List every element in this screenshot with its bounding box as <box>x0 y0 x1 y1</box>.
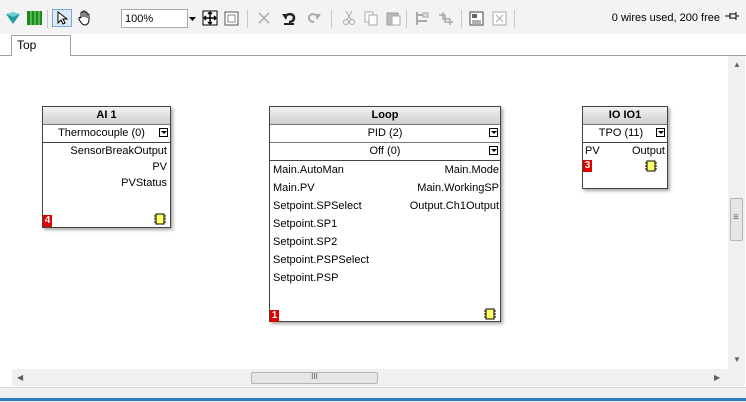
grid-icon[interactable] <box>25 9 43 27</box>
input-pin-setpoint-spselect[interactable]: Setpoint.SPSelect <box>270 197 390 215</box>
output-pin-sensorbreakoutput[interactable]: SensorBreakOutput <box>43 143 170 159</box>
scroll-left-icon[interactable]: ◀ <box>17 373 23 382</box>
toolbar-separator <box>514 10 515 28</box>
horizontal-scroll-thumb[interactable]: III <box>251 372 378 384</box>
copy-icon[interactable] <box>362 9 380 27</box>
tab-label: Top <box>17 38 37 52</box>
horizontal-scrollbar[interactable]: ◀ III ▶ <box>12 369 728 386</box>
output-pin-output-ch1output[interactable]: Output.Ch1Output <box>380 197 500 215</box>
block-loop[interactable]: Loop PID (2) Off (0) Main.AutoMan Main.P… <box>269 106 501 322</box>
block-body: PV Output 3 <box>583 143 667 188</box>
input-pins: Main.AutoMan Main.PV Setpoint.SPSelect S… <box>270 161 390 287</box>
thumb-grip: III <box>311 372 318 381</box>
output-pin-main-workingsp[interactable]: Main.WorkingSP <box>380 179 500 197</box>
output-pins: Main.Mode Main.WorkingSP Output.Ch1Outpu… <box>380 161 500 215</box>
redo-icon[interactable] <box>305 9 323 27</box>
input-pin-setpoint-psp[interactable]: Setpoint.PSP <box>270 269 390 287</box>
toolbar: 100% 0 wires used, 200 free <box>0 0 746 34</box>
scrollbar-corner <box>728 369 745 386</box>
output-pin-pvstatus[interactable]: PVStatus <box>43 175 170 191</box>
execution-order-badge: 1 <box>270 310 279 322</box>
wires-status: 0 wires used, 200 free <box>612 11 740 24</box>
cut-icon[interactable] <box>340 9 358 27</box>
block-body: SensorBreakOutput PV PVStatus 4 <box>43 143 170 227</box>
pointer-icon[interactable] <box>52 9 72 27</box>
zoom-dropdown-button[interactable] <box>186 9 199 28</box>
paste-icon[interactable] <box>384 9 402 27</box>
diagram-canvas[interactable]: AI 1 Thermocouple (0) SensorBreakOutput … <box>12 56 728 369</box>
param-value: Thermocouple (0) <box>58 127 145 139</box>
pin-icon[interactable] <box>724 11 740 24</box>
param-value: Off (0) <box>369 145 401 157</box>
vertical-scroll-thumb[interactable]: ≡ <box>730 198 743 241</box>
undo-icon[interactable] <box>280 9 298 27</box>
block-title: AI 1 <box>43 107 170 125</box>
input-pin-main-automan[interactable]: Main.AutoMan <box>270 161 390 179</box>
chip-icon[interactable] <box>154 213 166 225</box>
toolbar-separator <box>461 10 462 28</box>
block-body: Main.AutoMan Main.PV Setpoint.SPSelect S… <box>270 161 500 322</box>
input-pin-pv[interactable]: PV <box>585 143 600 159</box>
dropdown-icon[interactable] <box>489 128 498 137</box>
execution-order-badge: 4 <box>43 215 52 227</box>
toolbar-separator <box>406 10 407 28</box>
toolbar-separator <box>47 10 48 28</box>
palette-icon[interactable] <box>4 9 22 27</box>
expand-icon[interactable] <box>490 9 508 27</box>
execution-order-badge: 3 <box>583 160 592 172</box>
scroll-down-icon[interactable]: ▼ <box>733 355 741 364</box>
block-ai1[interactable]: AI 1 Thermocouple (0) SensorBreakOutput … <box>42 106 171 228</box>
vertical-scrollbar[interactable]: ▲ ≡ ▼ <box>728 56 745 369</box>
tab-top[interactable]: Top <box>11 35 71 56</box>
route-icon[interactable] <box>437 9 455 27</box>
align-icon[interactable] <box>413 9 431 27</box>
zoom-value: 100% <box>125 13 154 25</box>
zoom-input[interactable]: 100% <box>121 9 188 28</box>
input-pin-main-pv[interactable]: Main.PV <box>270 179 390 197</box>
chip-icon[interactable] <box>645 160 657 172</box>
block-param[interactable]: Thermocouple (0) <box>43 125 170 143</box>
param-value: TPO (11) <box>598 127 644 139</box>
output-pin-pv[interactable]: PV <box>43 159 170 175</box>
block-io1[interactable]: IO IO1 TPO (11) PV Output 3 <box>582 106 668 189</box>
frame-icon[interactable] <box>222 9 240 27</box>
dropdown-icon[interactable] <box>159 128 168 137</box>
param-value: PID (2) <box>367 127 403 139</box>
toolbar-separator <box>331 10 332 28</box>
page-icon[interactable] <box>467 9 485 27</box>
chip-icon[interactable] <box>484 308 496 320</box>
output-pin-main-mode[interactable]: Main.Mode <box>380 161 500 179</box>
block-param[interactable]: PID (2) <box>270 125 500 143</box>
input-pin-setpoint-sp2[interactable]: Setpoint.SP2 <box>270 233 390 251</box>
toolbar-separator <box>247 10 248 28</box>
thumb-grip: ≡ <box>733 212 739 223</box>
input-pin-setpoint-pspselect[interactable]: Setpoint.PSPSelect <box>270 251 390 269</box>
block-param[interactable]: TPO (11) <box>583 125 667 143</box>
output-pin-output[interactable]: Output <box>632 143 665 159</box>
scroll-up-icon[interactable]: ▲ <box>733 60 741 69</box>
scroll-right-icon[interactable]: ▶ <box>714 373 720 382</box>
dropdown-icon[interactable] <box>489 146 498 155</box>
delete-icon[interactable] <box>255 9 273 27</box>
block-title: IO IO1 <box>583 107 667 125</box>
input-pin-setpoint-sp1[interactable]: Setpoint.SP1 <box>270 215 390 233</box>
fit-icon[interactable] <box>201 9 219 27</box>
hand-icon[interactable] <box>75 9 95 27</box>
block-param[interactable]: Off (0) <box>270 143 500 161</box>
block-title: Loop <box>270 107 500 125</box>
wires-status-text: 0 wires used, 200 free <box>611 11 720 24</box>
dropdown-icon[interactable] <box>656 128 665 137</box>
